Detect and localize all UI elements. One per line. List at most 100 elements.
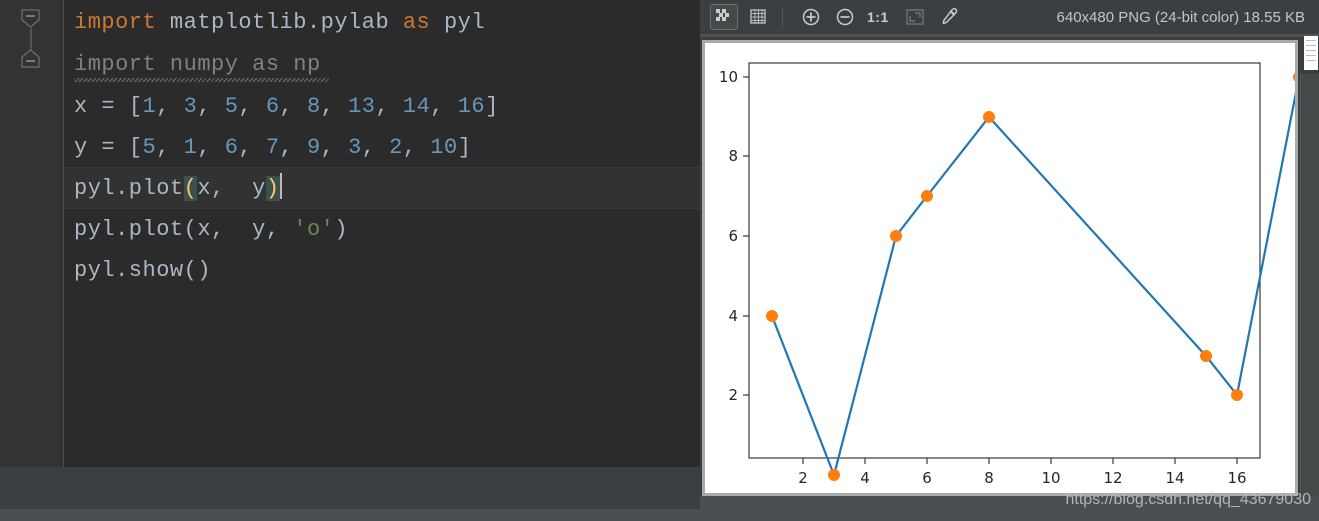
token-empty-parens: () [183, 258, 212, 283]
token-arg-sep: , [265, 217, 294, 242]
token-x-1: 3 [183, 94, 198, 119]
matplotlib-figure: 10 8 6 4 2 2 4 6 8 10 12 14 16 [719, 62, 1295, 487]
image-info-status: 640x480 PNG (24-bit color) 18.55 KB [1056, 8, 1305, 26]
token-call-plot: pyl.plot [74, 176, 184, 201]
sep: , [156, 135, 184, 160]
data-point [921, 190, 933, 202]
editor-gutter[interactable] [0, 0, 64, 467]
token-import: import [74, 10, 157, 35]
x-tick-label: 10 [1041, 469, 1060, 487]
x-tick-label: 16 [1227, 469, 1246, 487]
token-y-7: 10 [430, 135, 458, 160]
y-tick-label: 2 [728, 386, 738, 404]
token-x-4: 8 [306, 94, 321, 119]
side-popup-lines [1306, 40, 1316, 66]
token-alias-2: np [279, 52, 321, 77]
sep: , [320, 94, 349, 119]
code-line-3[interactable]: x = [1, 3, 5, 6, 8, 13, 14, 16] [74, 86, 499, 128]
token-y-0: 5 [142, 135, 157, 160]
sep: , [279, 94, 307, 119]
zoom-out-icon[interactable] [831, 4, 859, 30]
token-y-1: 1 [183, 135, 198, 160]
sep: , [320, 135, 349, 160]
code-line-7[interactable]: pyl.show() [74, 250, 211, 292]
editor-footer-bar [0, 509, 700, 521]
data-point [766, 310, 778, 322]
x-tick-label: 8 [984, 469, 994, 487]
toolbar-underline [700, 34, 1319, 37]
code-editor-pane: import matplotlib.pylab as pyl import nu… [0, 0, 700, 521]
zoom-in-icon[interactable] [797, 4, 825, 30]
token-y-assign: y = [74, 135, 129, 160]
data-point [1231, 389, 1243, 401]
token-x-2: 5 [224, 94, 239, 119]
token-arg-marker: 'o' [293, 217, 335, 242]
unused-import-squiggle [74, 78, 329, 82]
token-alias: pyl [430, 10, 486, 35]
transparency-grid-icon[interactable] [710, 4, 738, 30]
token-arg-x-2: x, [197, 217, 239, 242]
sep: , [402, 135, 431, 160]
token-y-6: 2 [389, 135, 403, 160]
sep: , [375, 94, 403, 119]
collapse-marker-icon-2[interactable] [20, 48, 41, 69]
code-text-area[interactable]: import matplotlib.pylab as pyl import nu… [64, 0, 700, 467]
token-y-2: 6 [224, 135, 239, 160]
data-point [1200, 350, 1212, 362]
fit-to-window-icon[interactable] [901, 4, 929, 30]
sep: , [279, 135, 307, 160]
fold-guide [30, 28, 32, 50]
sep: , [238, 94, 266, 119]
token-import-2: import [74, 52, 157, 77]
data-point [890, 230, 902, 242]
plot-axes-frame [748, 62, 1261, 459]
code-line-4[interactable]: y = [5, 1, 6, 7, 9, 3, 2, 10] [74, 127, 471, 169]
y-tick-label: 8 [728, 147, 738, 165]
data-point [828, 469, 840, 481]
token-module: matplotlib.pylab [156, 10, 403, 35]
sep: , [238, 135, 266, 160]
y-tick-label: 4 [728, 307, 738, 325]
x-tick-label: 14 [1165, 469, 1184, 487]
toolbar-separator [782, 8, 783, 26]
code-line-5[interactable]: pyl.plot(x, y) [74, 168, 282, 210]
sep: , [361, 135, 390, 160]
code-line-1[interactable]: import matplotlib.pylab as pyl [74, 2, 485, 44]
token-call-plot-2: pyl.plot [74, 217, 184, 242]
sep: , [197, 94, 225, 119]
token-paren-open-2: ( [183, 217, 198, 242]
text-caret [279, 173, 282, 199]
x-tick-label: 2 [798, 469, 808, 487]
token-x-5: 13 [348, 94, 376, 119]
y-tick-label: 10 [719, 68, 738, 86]
token-matched-paren-close: ) [265, 176, 280, 201]
collapse-marker-icon[interactable] [20, 8, 41, 29]
token-y-5: 3 [348, 135, 362, 160]
token-x-7: 16 [457, 94, 486, 119]
x-axis-ticks: 2 4 6 8 10 12 14 16 [798, 458, 1247, 487]
viewer-toolbar: 1:1 640x480 PNG (24-bit color) 18.55 KB [700, 0, 1319, 34]
token-arg-y-2: y [238, 217, 266, 242]
token-x-6: 14 [402, 94, 431, 119]
sep: , [156, 94, 184, 119]
color-picker-icon[interactable] [935, 4, 963, 30]
x-tick-label: 6 [922, 469, 932, 487]
data-point [983, 111, 995, 123]
y-tick-label: 6 [728, 227, 738, 245]
editor-bottom-strip [0, 467, 700, 509]
actual-size-button[interactable]: 1:1 [867, 9, 889, 25]
token-module-2: numpy [156, 52, 253, 77]
sep: , [197, 135, 225, 160]
token-y-4: 9 [306, 135, 321, 160]
token-arg-y: y [238, 176, 266, 201]
token-bracket-open-y: [ [128, 135, 143, 160]
image-display-frame[interactable]: 10 8 6 4 2 2 4 6 8 10 12 14 16 [702, 40, 1298, 496]
token-y-3: 7 [265, 135, 280, 160]
token-as: as [402, 10, 431, 35]
image-viewer-pane: 1:1 640x480 PNG (24-bit color) 18.55 KB [700, 0, 1319, 521]
token-x-0: 1 [142, 94, 157, 119]
image-canvas[interactable]: 10 8 6 4 2 2 4 6 8 10 12 14 16 [705, 43, 1295, 493]
code-line-6[interactable]: pyl.plot(x, y, 'o') [74, 209, 348, 251]
token-arg-x: x, [197, 176, 239, 201]
pixel-grid-icon[interactable] [744, 4, 772, 30]
